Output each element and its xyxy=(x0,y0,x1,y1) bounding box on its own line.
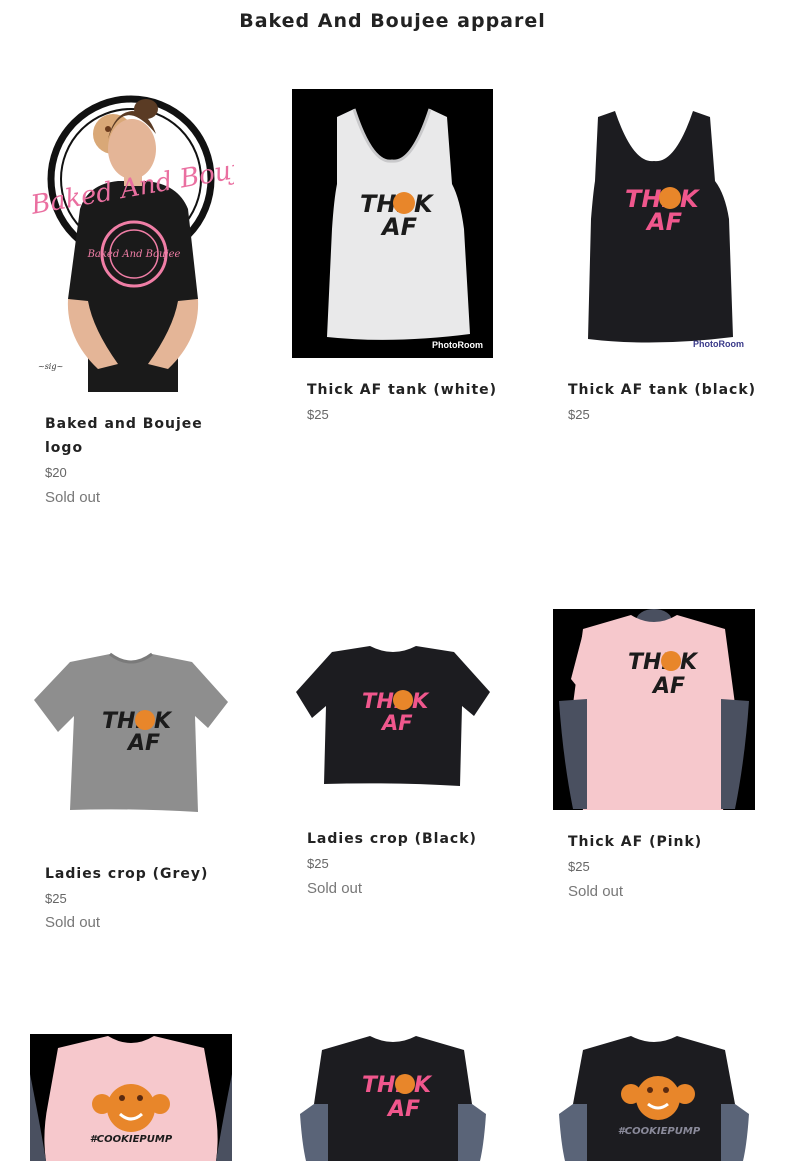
svg-text:AF: AF xyxy=(126,731,160,756)
svg-text:AF: AF xyxy=(645,208,683,236)
svg-text:~sig~: ~sig~ xyxy=(38,362,63,371)
svg-text:AF: AF xyxy=(386,1097,420,1122)
product-title[interactable]: Thick AF tank (white) xyxy=(307,378,507,402)
product-image-black-thick-af-tee[interactable]: THI K AF xyxy=(292,1034,494,1161)
svg-text:K: K xyxy=(412,689,430,713)
svg-text:AF: AF xyxy=(651,674,685,699)
sold-out-label: Sold out xyxy=(307,880,363,897)
product-image-black-crop[interactable]: THI K AF xyxy=(292,632,494,810)
svg-text:AF: AF xyxy=(380,213,418,241)
sold-out-label: Sold out xyxy=(45,914,101,931)
product-price: $25 xyxy=(45,891,67,906)
product-image-black-tank[interactable]: THI K AF PhotoRoom xyxy=(553,89,755,358)
product-price: $20 xyxy=(45,465,67,480)
photoroom-watermark: PhotoRoom xyxy=(693,339,744,349)
page-title: Baked And Boujee apparel xyxy=(239,10,546,32)
product-image-pink-cookiepump-tee[interactable]: #COOKIEPUMP xyxy=(30,1034,232,1161)
svg-text:#COOKIEPUMP: #COOKIEPUMP xyxy=(90,1134,173,1145)
product-title[interactable]: Ladies crop (Grey) xyxy=(45,862,245,886)
product-price: $25 xyxy=(568,859,590,874)
product-image-grey-crop[interactable]: THI K AF xyxy=(30,640,232,820)
svg-text:K: K xyxy=(680,650,699,675)
svg-text:AF: AF xyxy=(380,711,413,735)
svg-text:K: K xyxy=(414,1073,433,1098)
photoroom-watermark: PhotoRoom xyxy=(432,340,483,350)
product-title[interactable]: Thick AF tank (black) xyxy=(568,378,768,402)
product-price: $25 xyxy=(307,407,329,422)
svg-text:K: K xyxy=(414,190,435,218)
product-title[interactable]: Baked and Boujee logo xyxy=(45,412,215,460)
logo-script: Baked And Boujee xyxy=(87,249,181,260)
sold-out-label: Sold out xyxy=(45,489,101,506)
svg-text:#COOKIEPUMP: #COOKIEPUMP xyxy=(618,1126,701,1137)
product-price: $25 xyxy=(307,856,329,871)
product-image-white-tank[interactable]: THI K AF PhotoRoom xyxy=(292,89,493,358)
product-price: $25 xyxy=(568,407,590,422)
product-image-man-logo-tee[interactable]: Baked And Boujee Baked And Boujee ~sig~ xyxy=(28,89,234,392)
product-title[interactable]: Ladies crop (Black) xyxy=(307,827,507,851)
product-image-pink-tee[interactable]: THI K AF xyxy=(553,609,755,810)
product-image-black-cookiepump-tee[interactable]: #COOKIEPUMP xyxy=(553,1034,755,1161)
sold-out-label: Sold out xyxy=(568,883,624,900)
svg-text:K: K xyxy=(680,185,701,213)
product-title[interactable]: Thick AF (Pink) xyxy=(568,830,768,854)
